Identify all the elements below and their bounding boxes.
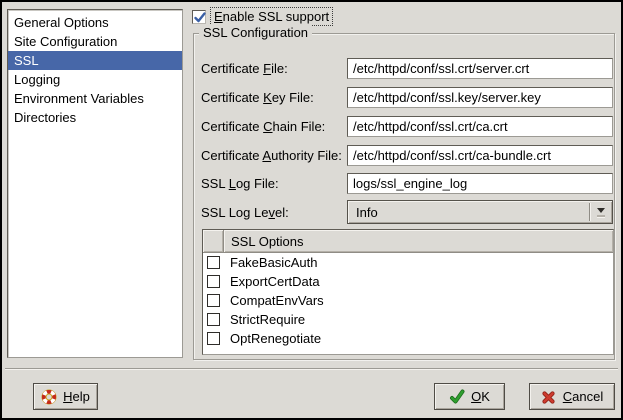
certificate-authority-file-label: Certificate Authority File: [201, 148, 342, 163]
checkmark-icon [193, 11, 207, 25]
option-label: OptRenegotiate [230, 331, 321, 346]
option-label: FakeBasicAuth [230, 255, 317, 270]
help-button[interactable]: Help [33, 383, 98, 410]
sidebar-item-environment-variables[interactable]: Environment Variables [8, 89, 182, 108]
enable-ssl-checkbox-row[interactable]: Enable SSL support [192, 7, 333, 26]
cancel-button-label: Cancel [563, 389, 603, 404]
sidebar-item-logging[interactable]: Logging [8, 70, 182, 89]
certificate-file-label: Certificate File: [201, 61, 288, 76]
optrenegotiate-checkbox[interactable] [207, 332, 220, 345]
sidebar-item-general-options[interactable]: General Options [8, 13, 182, 32]
check-icon [449, 389, 465, 405]
compatenvvars-checkbox[interactable] [207, 294, 220, 307]
ssl-options-check-column-header[interactable] [203, 230, 224, 253]
cross-icon [541, 389, 557, 405]
category-list: General Options Site Configuration SSL L… [7, 9, 183, 358]
table-row[interactable]: StrictRequire [203, 310, 613, 329]
table-row[interactable]: ExportCertData [203, 272, 613, 291]
strictrequire-checkbox[interactable] [207, 313, 220, 326]
enable-ssl-checkbox[interactable] [192, 10, 206, 24]
table-row[interactable]: OptRenegotiate [203, 329, 613, 348]
ssl-log-file-label: SSL Log File: [201, 176, 279, 191]
cancel-button[interactable]: Cancel [529, 383, 615, 410]
certificate-authority-file-input[interactable]: /etc/httpd/conf/ssl.crt/ca-bundle.crt [347, 145, 613, 166]
option-label: ExportCertData [230, 274, 320, 289]
ssl-log-file-input[interactable]: logs/ssl_engine_log [347, 173, 613, 194]
sidebar-item-ssl[interactable]: SSL [8, 51, 182, 70]
sidebar-item-site-configuration[interactable]: Site Configuration [8, 32, 182, 51]
table-row[interactable]: FakeBasicAuth [203, 253, 613, 272]
bottom-separator [5, 368, 618, 370]
ssl-log-level-label: SSL Log Level: [201, 205, 289, 220]
enable-ssl-label: Enable SSL support [210, 7, 333, 26]
ssl-options-column-header[interactable]: SSL Options [224, 230, 613, 253]
chevron-down-icon [590, 208, 612, 217]
certificate-chain-file-input[interactable]: /etc/httpd/conf/ssl.crt/ca.crt [347, 116, 613, 137]
lifebuoy-icon [41, 389, 57, 405]
fakebasicauth-checkbox[interactable] [207, 256, 220, 269]
option-label: StrictRequire [230, 312, 305, 327]
sidebar-item-directories[interactable]: Directories [8, 108, 182, 127]
ssl-log-level-value: Info [348, 205, 589, 220]
ok-button-label: OK [471, 389, 490, 404]
ssl-options-table-header[interactable]: SSL Options [203, 230, 613, 253]
exportcertdata-checkbox[interactable] [207, 275, 220, 288]
help-button-label: Help [63, 389, 90, 404]
ssl-log-level-dropdown[interactable]: Info [347, 200, 613, 224]
ssl-options-table: SSL Options FakeBasicAuth ExportCertData… [202, 229, 614, 355]
certificate-chain-file-label: Certificate Chain File: [201, 119, 325, 134]
ok-button[interactable]: OK [434, 383, 505, 410]
certificate-key-file-label: Certificate Key File: [201, 90, 314, 105]
certificate-key-file-input[interactable]: /etc/httpd/conf/ssl.key/server.key [347, 87, 613, 108]
ssl-configuration-frame-title: SSL Configuration [199, 25, 312, 40]
certificate-file-input[interactable]: /etc/httpd/conf/ssl.crt/server.crt [347, 58, 613, 79]
table-row[interactable]: CompatEnvVars [203, 291, 613, 310]
option-label: CompatEnvVars [230, 293, 324, 308]
httpd-ssl-config-window: General Options Site Configuration SSL L… [0, 0, 623, 420]
